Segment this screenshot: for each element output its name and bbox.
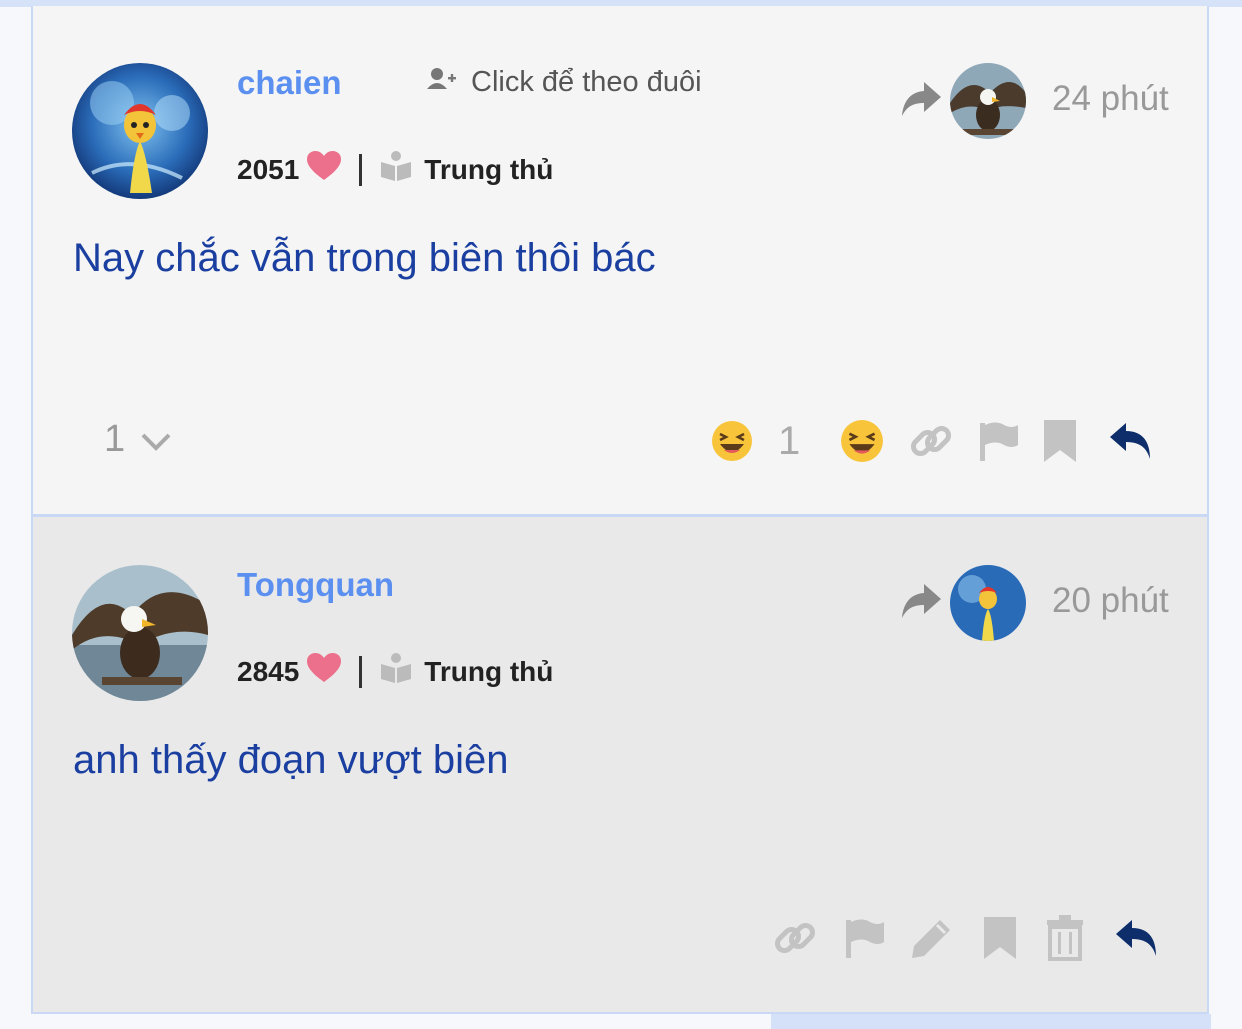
separator [359,655,363,688]
post-content: Nay chắc vẫn trong biên thôi bác [73,236,656,280]
post-actions [772,915,1160,961]
bottom-border [771,1014,1211,1029]
follow-label: Click để theo đuôi [471,66,702,98]
bookmark-icon[interactable] [1042,418,1078,464]
link-icon[interactable] [772,915,818,961]
username[interactable]: chaien [237,64,342,102]
user-stats: 2051 Trung thủ [237,150,553,189]
link-icon[interactable] [908,418,954,464]
likes-count: 2051 [237,153,300,185]
heart-icon [307,653,342,690]
vote-toggle[interactable]: 1 [104,418,171,461]
user-stats: 2845 Trung thủ [237,652,553,691]
share-arrow-icon[interactable] [900,80,942,123]
follow-button[interactable]: Click để theo đuôi [427,66,702,99]
avatar-replied-to[interactable] [950,565,1026,641]
post-time: 20 phút [1052,581,1169,620]
chevron-down-icon [141,418,171,461]
rank-label: Trung thủ [424,655,554,687]
heart-icon [307,151,342,188]
trash-icon[interactable] [1046,915,1084,961]
avatar-tongquan[interactable] [72,565,208,701]
reply-icon[interactable] [1114,918,1160,958]
separator [359,153,363,186]
avatar-replied-to[interactable] [950,63,1026,139]
book-icon [380,150,412,189]
flag-icon[interactable] [842,916,886,960]
post-time: 24 phút [1052,79,1169,118]
rank-label: Trung thủ [424,153,554,185]
likes-count: 2845 [237,655,300,687]
post-content: anh thấy đoạn vượt biên [73,738,509,782]
react-button[interactable] [840,419,884,463]
flag-icon[interactable] [976,419,1020,463]
add-user-icon [427,66,457,99]
bookmark-icon[interactable] [982,915,1018,961]
avatar-chaien[interactable] [72,63,208,199]
share-arrow-icon[interactable] [900,582,942,625]
reply-icon[interactable] [1108,421,1154,461]
post-actions: 1 [710,418,1154,464]
reaction-count: 1 [778,418,801,463]
laughing-emoji-icon [710,420,754,462]
pencil-icon[interactable] [910,916,954,960]
vote-count: 1 [104,418,126,460]
book-icon [380,652,412,691]
username[interactable]: Tongquan [237,566,394,604]
